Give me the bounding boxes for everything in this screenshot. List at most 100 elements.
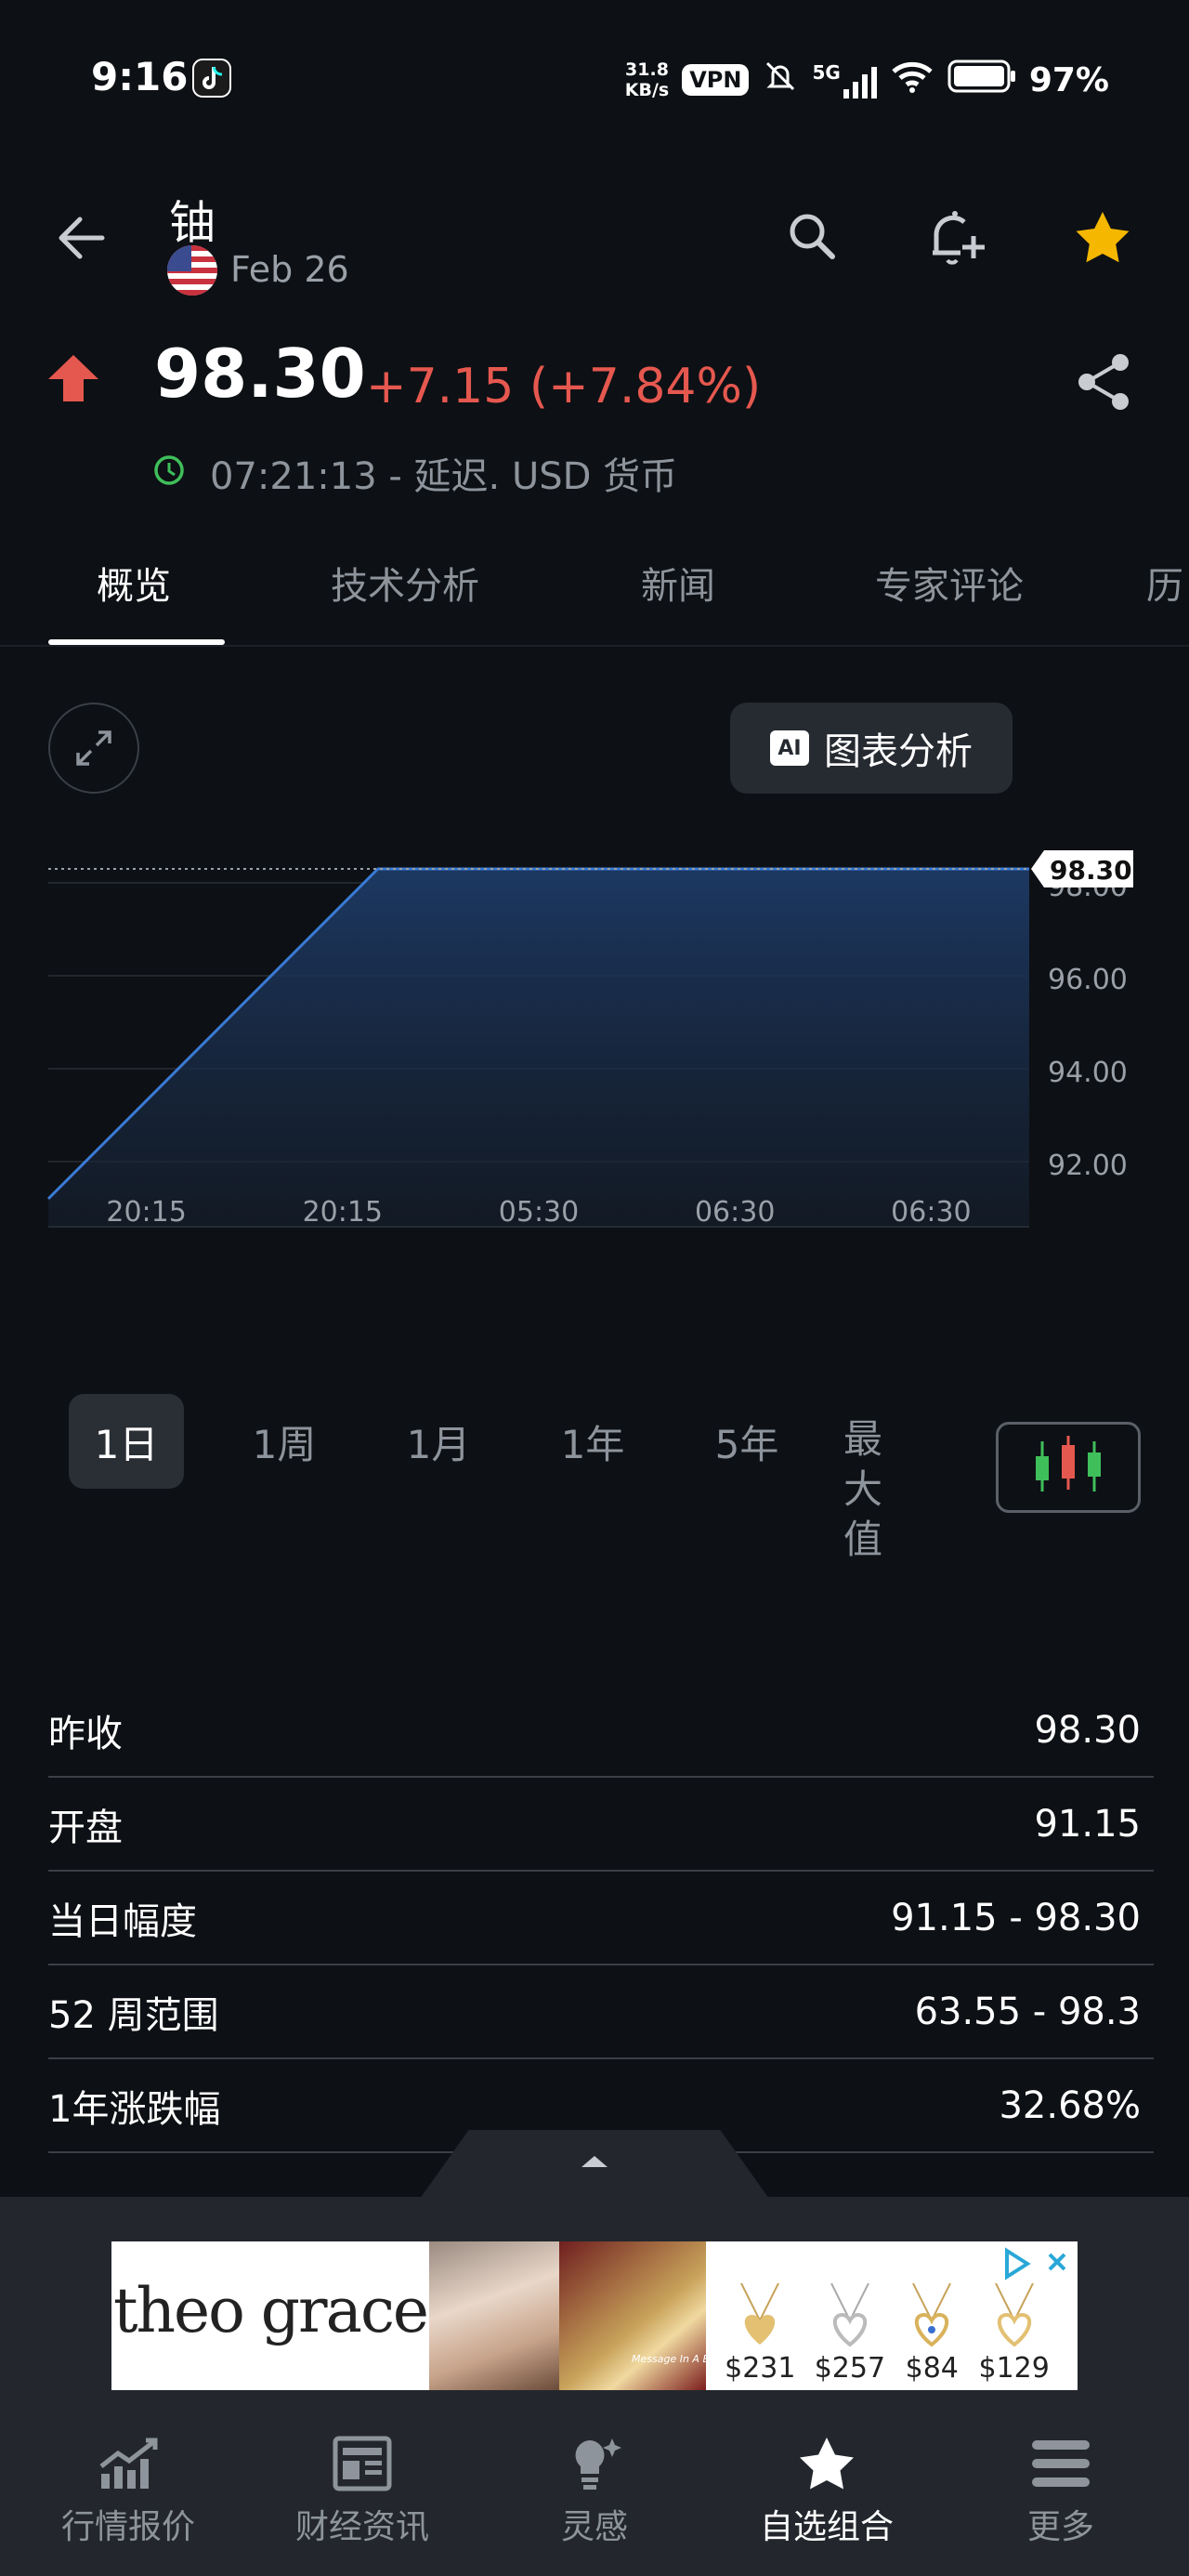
price-area: [48, 869, 1029, 1227]
watchlist-star-button[interactable]: [1070, 206, 1135, 271]
stat-label: 52 周范围: [48, 1993, 219, 2037]
ad-choices-icon[interactable]: [998, 2245, 1072, 2282]
stat-value: 32.68%: [999, 2083, 1141, 2127]
expand-panel-handle[interactable]: [420, 2130, 769, 2199]
stat-value: 91.15 - 98.30: [891, 1896, 1141, 1939]
tabs-divider: [0, 645, 1189, 647]
net-speed: 31.8 KB/s: [624, 59, 670, 100]
ad-price-item: $257: [815, 2282, 885, 2385]
expand-chart-button[interactable]: [48, 703, 139, 794]
price-chart[interactable]: 92.0094.0096.0098.0098.3020:1520:1505:30…: [0, 818, 1189, 1338]
chart-icon: [99, 2438, 158, 2489]
x-tick-label: 20:15: [106, 1196, 186, 1229]
stat-label: 1年涨跌幅: [48, 2087, 221, 2131]
last-price: 98.30: [154, 335, 366, 413]
tab-overview[interactable]: 概览: [97, 556, 171, 610]
nav-inspiration[interactable]: 灵感: [476, 2435, 713, 2548]
battery-icon: [947, 59, 1016, 102]
clock-icon: [152, 453, 186, 487]
stat-label: 昨收: [48, 1712, 123, 1755]
ad-price: $129: [978, 2352, 1050, 2385]
quote-time-note: 07:21:13 - 延迟. USD 货币: [210, 455, 678, 498]
up-arrow-icon: [46, 353, 100, 403]
last-value-label: 98.30: [1050, 855, 1132, 886]
x-tick-label: 06:30: [891, 1196, 971, 1229]
ad-price: $84: [905, 2352, 959, 2385]
range-1w[interactable]: 1周: [227, 1394, 342, 1489]
tiktok-icon: [191, 58, 232, 99]
search-button[interactable]: [780, 204, 845, 269]
necklace-icon: [994, 2282, 1034, 2347]
status-time: 9:16: [91, 54, 189, 99]
ad-brand: theo grace: [113, 2275, 429, 2346]
menu-icon: [1032, 2440, 1090, 2487]
x-tick-label: 20:15: [303, 1196, 383, 1229]
ai-icon: AI: [770, 730, 809, 766]
back-button[interactable]: [52, 208, 111, 268]
us-flag-icon: [167, 245, 217, 296]
nav-more[interactable]: 更多: [942, 2435, 1180, 2548]
ad-price: $231: [725, 2352, 796, 2385]
nav-label: 更多: [1026, 2508, 1094, 2546]
expand-icon: [76, 730, 111, 766]
wifi-icon: [890, 59, 934, 102]
arrow-left-icon: [59, 217, 105, 259]
price-change: +7.15 (+7.84%): [366, 359, 762, 414]
range-max[interactable]: 最大值: [843, 1414, 920, 1562]
stat-value: 98.30: [1034, 1708, 1141, 1752]
necklace-icon: [912, 2282, 952, 2347]
nav-label: 自选组合: [759, 2508, 894, 2546]
quote-date: Feb 26: [230, 249, 349, 290]
x-tick-label: 06:30: [695, 1196, 775, 1229]
nav-label: 财经资讯: [294, 2508, 429, 2546]
ad-price-item: $231: [725, 2282, 796, 2385]
nav-watchlist[interactable]: 自选组合: [708, 2435, 946, 2548]
news-icon: [333, 2436, 392, 2491]
range-1m[interactable]: 1月: [381, 1394, 496, 1489]
tab-news[interactable]: 新闻: [641, 556, 715, 610]
y-tick-label: 96.00: [1048, 964, 1128, 996]
nav-news[interactable]: 财经资讯: [243, 2435, 481, 2548]
stat-label: 开盘: [48, 1806, 123, 1849]
chevron-up-icon: [581, 2156, 608, 2167]
ad-price-item: $84: [904, 2282, 960, 2385]
stat-52w-range: 52 周范围 63.55 - 98.3: [48, 1965, 1154, 2059]
nav-quotes[interactable]: 行情报价: [9, 2435, 247, 2548]
tab-expert-comments[interactable]: 专家评论: [875, 556, 1024, 610]
stat-value: 63.55 - 98.3: [914, 1990, 1141, 2033]
candlestick-icon: [1036, 1436, 1101, 1492]
mute-icon: [762, 58, 799, 103]
page-title: 铀: [169, 196, 216, 250]
bell-plus-icon: [933, 211, 985, 265]
search-icon: [790, 214, 835, 259]
vpn-badge: VPN: [682, 64, 750, 96]
share-icon: [1078, 354, 1129, 410]
necklace-icon: [830, 2282, 869, 2347]
status-indicators: 31.8 KB/s VPN 5G 97%: [625, 54, 1109, 106]
chart-analysis-button[interactable]: AI 图表分析: [730, 703, 1013, 794]
x-tick-label: 05:30: [499, 1196, 579, 1229]
add-alert-button[interactable]: [923, 203, 992, 271]
y-tick-label: 92.00: [1048, 1150, 1128, 1182]
range-5y[interactable]: 5年: [689, 1394, 804, 1489]
bulb-icon: [575, 2438, 621, 2490]
stat-label: 当日幅度: [48, 1899, 197, 1943]
stat-value: 91.15: [1034, 1802, 1141, 1846]
necklace-icon: [740, 2282, 780, 2345]
range-1d[interactable]: 1日: [69, 1394, 184, 1489]
star-filled-icon: [1076, 212, 1130, 263]
ad-price-item: $129: [978, 2282, 1050, 2385]
tab-technical[interactable]: 技术分析: [331, 556, 479, 610]
ad-banner[interactable]: theo grace Message In A Bottle $231 $257…: [111, 2241, 1078, 2390]
star-icon: [800, 2438, 854, 2490]
tab-history[interactable]: 历: [1146, 556, 1183, 610]
nav-label: 灵感: [560, 2508, 628, 2546]
share-button[interactable]: [1072, 349, 1137, 414]
stat-prev-close: 昨收 98.30: [48, 1684, 1154, 1778]
range-1y[interactable]: 1年: [535, 1394, 650, 1489]
signal-icon: 5G: [812, 61, 877, 99]
ad-model-photo: [429, 2241, 559, 2390]
chart-analysis-label: 图表分析: [824, 730, 973, 773]
candlestick-toggle-button[interactable]: [996, 1422, 1141, 1513]
battery-level: 97%: [1028, 60, 1109, 99]
